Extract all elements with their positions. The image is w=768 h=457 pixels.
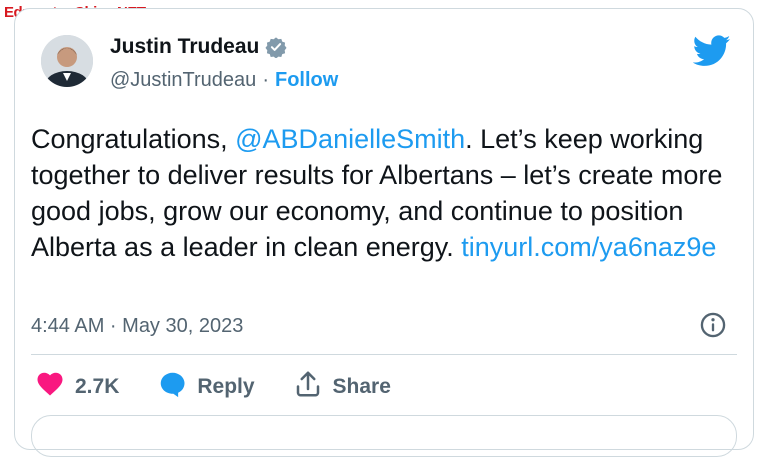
timestamp[interactable]: 4:44 AM · May 30, 2023 xyxy=(31,315,243,338)
verified-badge-icon xyxy=(265,36,287,59)
avatar[interactable] xyxy=(41,35,93,87)
author-name[interactable]: Justin Trudeau xyxy=(110,35,259,59)
author-handle[interactable]: @JustinTrudeau xyxy=(110,69,256,92)
url-link[interactable]: tinyurl.com/ya6naz9e xyxy=(461,232,716,262)
like-count: 2.7K xyxy=(75,375,120,398)
separator-dot: · xyxy=(262,69,269,91)
like-button[interactable]: 2.7K xyxy=(35,369,119,405)
action-bar: 2.7K Reply Share xyxy=(35,369,429,405)
author-handle-row: @JustinTrudeau · Follow xyxy=(110,69,338,92)
tweet-card: Justin Trudeau @JustinTrudeau · Follow C… xyxy=(14,8,754,457)
share-button[interactable]: Share xyxy=(293,369,391,405)
reply-label: Reply xyxy=(197,375,255,398)
read-replies-button[interactable] xyxy=(31,415,737,457)
mention-link[interactable]: @ABDanielleSmith xyxy=(235,124,465,154)
share-icon xyxy=(293,369,323,405)
info-icon[interactable] xyxy=(699,311,727,339)
author-name-row: Justin Trudeau xyxy=(110,35,287,59)
twitter-bird-icon[interactable] xyxy=(692,35,731,67)
divider xyxy=(31,354,737,355)
reply-bubble-icon xyxy=(157,369,187,405)
follow-button[interactable]: Follow xyxy=(275,69,338,92)
share-label: Share xyxy=(332,375,391,398)
heart-icon xyxy=(35,369,65,405)
tweet-text-part: Congratulations, xyxy=(31,124,236,154)
reply-button[interactable]: Reply xyxy=(157,369,255,405)
tweet-text: Congratulations, @ABDanielleSmith. Let’s… xyxy=(31,121,731,265)
